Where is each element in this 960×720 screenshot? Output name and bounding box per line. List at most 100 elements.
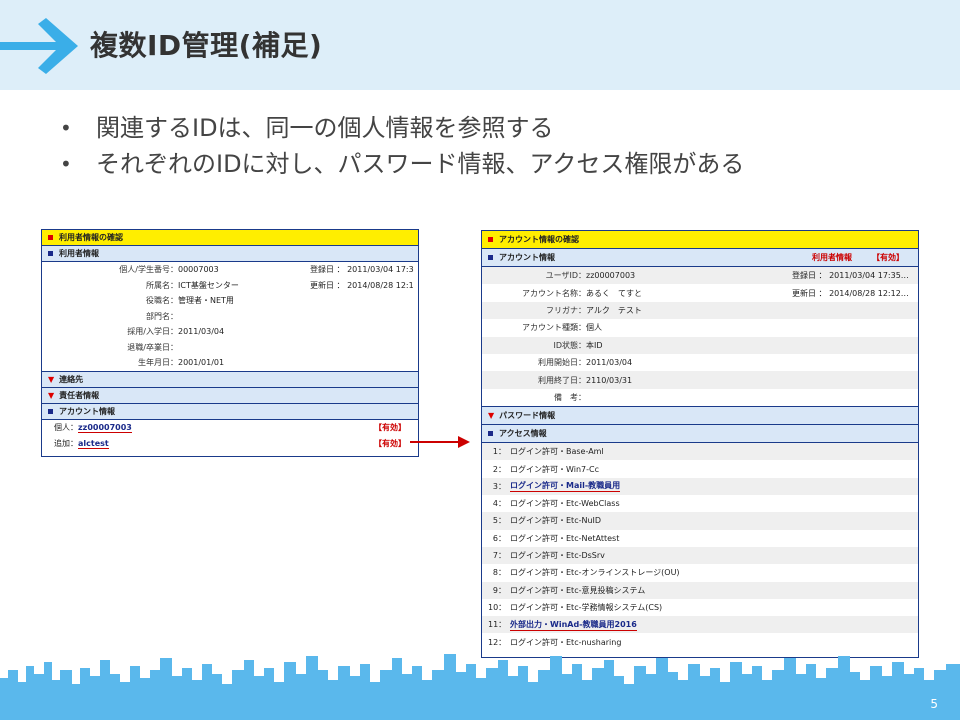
account-id-link[interactable]: zz00007003 bbox=[78, 423, 132, 433]
slide-title: 複数ID管理(補足) bbox=[90, 29, 323, 62]
account-confirm-header: アカウント情報の確認 bbox=[482, 231, 918, 249]
access-text: ログイン許可・Base-Aml bbox=[510, 447, 604, 457]
access-item: 4： ログイン許可・Etc-WebClass bbox=[482, 495, 918, 512]
responsible-section-toggle[interactable]: ▼ 責任者情報 bbox=[42, 387, 418, 404]
account-row: 個人： zz00007003 【有効】 bbox=[42, 420, 418, 436]
field-value: 2011/03/04 bbox=[178, 327, 225, 337]
account-status: 【有効】 bbox=[374, 439, 406, 448]
field-label: 部門名： bbox=[146, 311, 178, 321]
red-triangle-icon: ▼ bbox=[488, 411, 495, 421]
user-fields: 個人/学生番号： 00007003 登録日 ： 2011/03/04 17:3…… bbox=[42, 262, 418, 371]
access-num: 5： bbox=[492, 516, 506, 526]
access-num: 4： bbox=[492, 499, 506, 509]
field-value: あるく てすと bbox=[586, 288, 642, 298]
field-row: 部門名： bbox=[42, 309, 418, 325]
account-type-label: 追加： bbox=[54, 439, 78, 448]
red-arrow-icon bbox=[410, 436, 470, 448]
account-info-panel: アカウント情報の確認 アカウント情報 利用者情報 【有効】 ユーザID： zz0… bbox=[481, 230, 919, 658]
access-item: 6： ログイン許可・Etc-NetAttest bbox=[482, 530, 918, 547]
password-section-toggle[interactable]: ▼ パスワード情報 bbox=[482, 406, 918, 426]
password-title: パスワード情報 bbox=[499, 411, 556, 421]
field-label: 退職/卒業日： bbox=[127, 342, 178, 352]
navy-square-icon bbox=[488, 431, 493, 437]
field-row: 採用/入学日： 2011/03/04 bbox=[42, 324, 418, 340]
account-status: 【有効】 bbox=[872, 253, 904, 262]
access-item: 9： ログイン許可・Etc-意見投稿システム bbox=[482, 581, 918, 599]
user-confirm-header: 利用者情報の確認 bbox=[42, 230, 418, 246]
responsible-title: 責任者情報 bbox=[59, 390, 100, 400]
account-confirm-title: アカウント情報の確認 bbox=[499, 235, 579, 244]
field-label: 利用開始日： bbox=[538, 358, 586, 368]
access-text: ログイン許可・Etc-NuID bbox=[510, 516, 602, 526]
account-id-link[interactable]: alctest bbox=[78, 439, 109, 449]
field-value: 2001/01/01 bbox=[178, 358, 225, 368]
field-row: 生年月日： 2001/01/01 bbox=[42, 355, 418, 371]
navy-square-icon bbox=[48, 408, 53, 414]
field-value: 個人 bbox=[586, 323, 602, 333]
user-info-panel: 利用者情報の確認 利用者情報 個人/学生番号： 00007003 登録日 ： 2… bbox=[41, 229, 419, 457]
updated-date: 更新日 ： 2014/08/28 12:12… bbox=[792, 288, 909, 298]
contact-section-toggle[interactable]: ▼ 連絡先 bbox=[42, 370, 418, 388]
field-row: 利用開始日： 2011/03/04 bbox=[482, 354, 918, 371]
field-row: ユーザID： zz00007003 登録日 ： 2011/03/04 17:35… bbox=[482, 267, 918, 285]
user-info-link[interactable]: 利用者情報 bbox=[812, 252, 852, 263]
updated-date: 更新日 ： 2014/08/28 12:1… bbox=[310, 280, 414, 290]
user-info-header: 利用者情報 bbox=[42, 246, 418, 262]
field-label: アカウント名称： bbox=[522, 288, 586, 298]
field-value: 2110/03/31 bbox=[586, 375, 633, 385]
access-info-header: アクセス情報 bbox=[482, 425, 918, 444]
field-label: フリガナ： bbox=[546, 305, 586, 315]
account-info-title: アカウント情報 bbox=[59, 406, 115, 416]
bullet-dot-icon: • bbox=[60, 116, 72, 140]
account-row: 追加： alctest 【有効】 bbox=[42, 436, 418, 452]
access-num: 9： bbox=[492, 585, 506, 595]
contact-title: 連絡先 bbox=[59, 374, 84, 384]
bullet-item: • それぞれのIDに対し、パスワード情報、アクセス権限がある bbox=[56, 146, 744, 182]
red-square-icon bbox=[48, 235, 53, 240]
field-row: フリガナ： アルク テスト bbox=[482, 301, 918, 320]
field-label: ユーザID： bbox=[545, 271, 586, 281]
access-text-highlight: 外部出力・WinAd-教職員用2016 bbox=[510, 619, 637, 631]
field-label: ID状態： bbox=[553, 340, 586, 350]
access-item: 5： ログイン許可・Etc-NuID bbox=[482, 512, 918, 530]
access-text: ログイン許可・Etc-WebClass bbox=[510, 499, 620, 509]
access-text: ログイン許可・Etc-DsSrv bbox=[510, 551, 605, 561]
red-triangle-icon: ▼ bbox=[48, 390, 55, 400]
bullet-item: • 関連するIDは、同一の個人情報を参照する bbox=[56, 110, 744, 146]
field-value: 本ID bbox=[586, 340, 603, 350]
access-num: 11： bbox=[488, 620, 507, 630]
user-info-title: 利用者情報 bbox=[59, 249, 99, 258]
access-text: ログイン許可・Win7-Cc bbox=[510, 464, 599, 474]
field-row: 退職/卒業日： bbox=[42, 340, 418, 356]
field-row: アカウント種類： 個人 bbox=[482, 319, 918, 336]
access-list: 1： ログイン許可・Base-Aml 2： ログイン許可・Win7-Cc 3： ログイ… bbox=[482, 443, 918, 651]
navy-square-icon bbox=[48, 251, 53, 256]
page-number: 5 bbox=[930, 697, 938, 711]
field-row: 役職名： 管理者・NET用 bbox=[42, 293, 418, 309]
red-triangle-icon: ▼ bbox=[48, 374, 55, 384]
field-value: 2011/03/04 bbox=[586, 358, 633, 368]
field-value: アルク テスト bbox=[586, 305, 642, 315]
bullet-list: • 関連するIDは、同一の個人情報を参照する • それぞれのIDに対し、パスワード情… bbox=[56, 110, 744, 182]
field-row: 所属名： ICT基盤センター 更新日 ： 2014/08/28 12:1… bbox=[42, 278, 418, 294]
access-num: 8： bbox=[492, 568, 506, 578]
bullet-dot-icon: • bbox=[60, 152, 72, 176]
access-num: 3： bbox=[492, 481, 506, 491]
account-fields: ユーザID： zz00007003 登録日 ： 2011/03/04 17:35… bbox=[482, 267, 918, 406]
access-item: 7： ログイン許可・Etc-DsSrv bbox=[482, 546, 918, 565]
access-item: 3： ログイン許可・Mail-教職員用 bbox=[482, 477, 918, 496]
account-status: 【有効】 bbox=[374, 423, 406, 432]
access-text: ログイン許可・Etc-NetAttest bbox=[510, 533, 620, 543]
field-row: ID状態： 本ID bbox=[482, 336, 918, 354]
access-text: ログイン許可・Etc-意見投稿システム bbox=[510, 585, 646, 595]
access-item: 10： ログイン許可・Etc-学務情報システム(CS) bbox=[482, 599, 918, 616]
field-value: zz00007003 bbox=[586, 271, 636, 281]
account-info-header: アカウント情報 bbox=[42, 403, 418, 420]
access-num: 1： bbox=[492, 447, 506, 457]
access-text-highlight: ログイン許可・Mail-教職員用 bbox=[510, 481, 621, 493]
access-text: ログイン許可・Etc-学務情報システム(CS) bbox=[510, 602, 663, 612]
field-label: 所属名： bbox=[146, 280, 178, 290]
bullet-text: 関連するIDは、同一の個人情報を参照する bbox=[96, 114, 554, 142]
registered-date: 登録日 ： 2011/03/04 17:3… bbox=[310, 265, 414, 275]
navy-square-icon bbox=[488, 255, 493, 260]
